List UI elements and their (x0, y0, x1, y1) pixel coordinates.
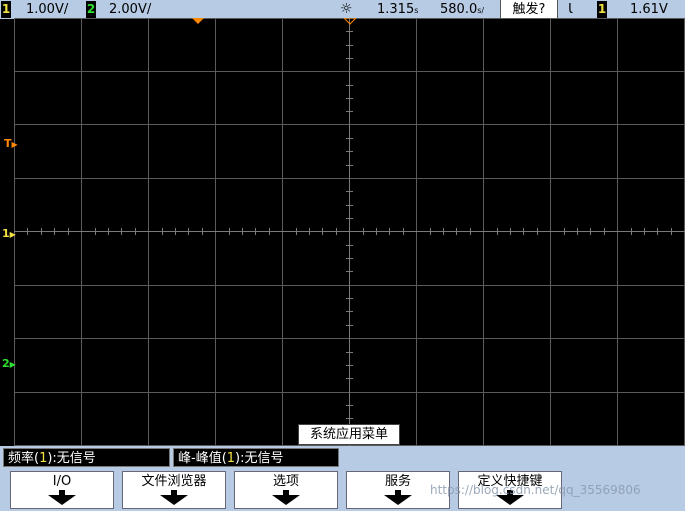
softkey-options[interactable]: 选项 (234, 471, 338, 509)
status-bar: 1 1.00V/ 2 2.00V/ ☼ 1.315s 580.0s/ 触发? Ɩ… (0, 0, 685, 19)
softkey-panel: 频率(1):无信号 峰-峰值(1):无信号 I/O 文件浏览器 选项 服务 定义… (0, 446, 685, 511)
softkey-label: 选项 (272, 474, 299, 489)
channel-1-ground-marker[interactable]: 1▶ (2, 228, 16, 240)
measurement-frequency[interactable]: 频率(1):无信号 (3, 448, 170, 467)
system-utility-menu-title: 系统应用菜单 (298, 424, 400, 445)
trigger-position-marker[interactable] (192, 18, 204, 25)
trigger-level[interactable]: 1.61V (630, 0, 668, 19)
time-reference-marker[interactable] (344, 18, 356, 25)
channel-2-ground-marker[interactable]: 2▶ (2, 358, 16, 370)
sun-icon: ☼ (340, 1, 353, 17)
channel-2-scale[interactable]: 2.00V/ (109, 0, 151, 19)
graticule (14, 18, 685, 446)
softkey-label: I/O (52, 474, 72, 489)
trigger-source[interactable]: 1 (597, 1, 607, 18)
trigger-status[interactable]: 触发? (500, 0, 558, 19)
time-delay[interactable]: 1.315s (377, 0, 418, 19)
waveform-display[interactable] (14, 18, 685, 446)
softkey-io[interactable]: I/O (10, 471, 114, 509)
softkey-label: 文件浏览器 (141, 474, 207, 489)
softkey-file-explorer[interactable]: 文件浏览器 (122, 471, 226, 509)
trigger-slope-icon: Ɩ (568, 2, 573, 17)
watermark: https://blog.csdn.net/qq_35569806 (430, 483, 641, 497)
channel-1-scale[interactable]: 1.00V/ (26, 0, 68, 19)
measurement-peak-to-peak[interactable]: 峰-峰值(1):无信号 (173, 448, 339, 467)
time-scale[interactable]: 580.0s/ (440, 0, 484, 19)
trigger-level-marker[interactable]: T▶ (4, 138, 18, 150)
channel-2-indicator[interactable]: 2 (86, 1, 96, 18)
channel-1-indicator[interactable]: 1 (1, 1, 11, 18)
